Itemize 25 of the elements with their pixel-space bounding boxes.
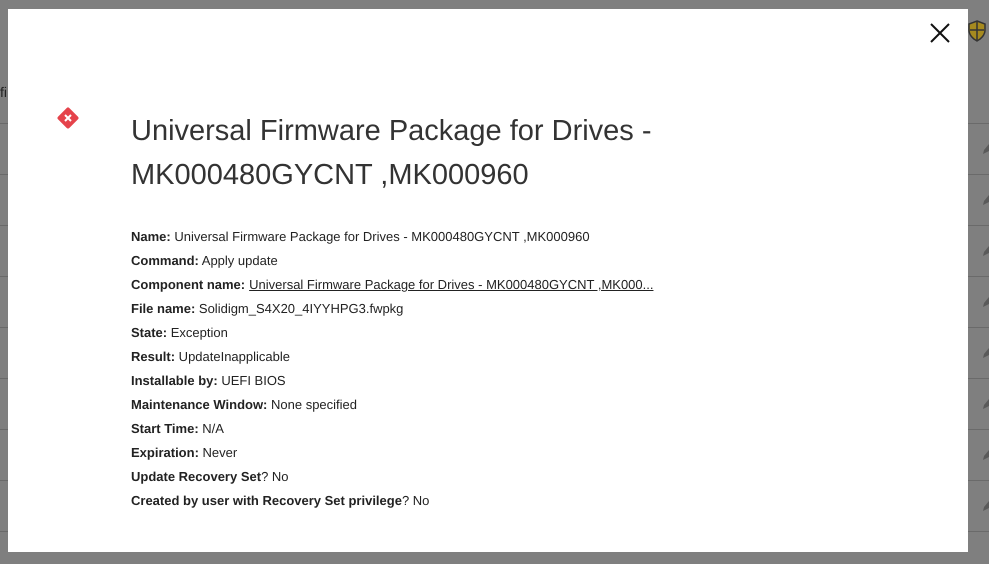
detail-line: Name: Universal Firmware Package for Drives - MK000480GYCNT ,MK000960: [131, 228, 591, 246]
detail-line: Start Time: N/A: [131, 420, 225, 438]
detail-line: File name: Solidigm_S4X20_4IYYHPG3.fwpkg: [131, 300, 404, 318]
edit-icon: [983, 449, 989, 461]
detail-line: Result: UpdateInapplicable: [131, 348, 291, 366]
edit-icon: [983, 500, 989, 512]
edit-icon: [983, 296, 989, 308]
edit-icon: [983, 347, 989, 359]
edit-icon: [983, 245, 989, 257]
edit-icon: [983, 398, 989, 410]
detail-label: Component name:: [131, 276, 246, 294]
close-button[interactable]: [928, 21, 952, 45]
detail-line: Created by user with Recovery Set privilege? No: [131, 492, 430, 510]
detail-line: Command: Apply update: [131, 252, 279, 270]
edit-icon: [983, 194, 989, 206]
shield-icon: [968, 20, 986, 42]
page-text: fi: [0, 83, 7, 102]
dialog-title: Universal Firmware Package for Drives - MK000480GYCNT ,MK000960: [131, 114, 653, 193]
detail-line: Update Recovery Set? No: [131, 468, 290, 486]
edit-icon: [983, 143, 989, 155]
component-link[interactable]: Universal Firmware Package for Drives - MK000480GYCNT ,MK000...: [249, 273, 654, 297]
detail-line: State: Exception: [131, 324, 229, 342]
detail-line: Maintenance Window: None specified: [131, 396, 358, 414]
detail-line: Expiration: Never: [131, 444, 238, 462]
detail-line: Installable by: UEFI BIOS: [131, 372, 287, 390]
